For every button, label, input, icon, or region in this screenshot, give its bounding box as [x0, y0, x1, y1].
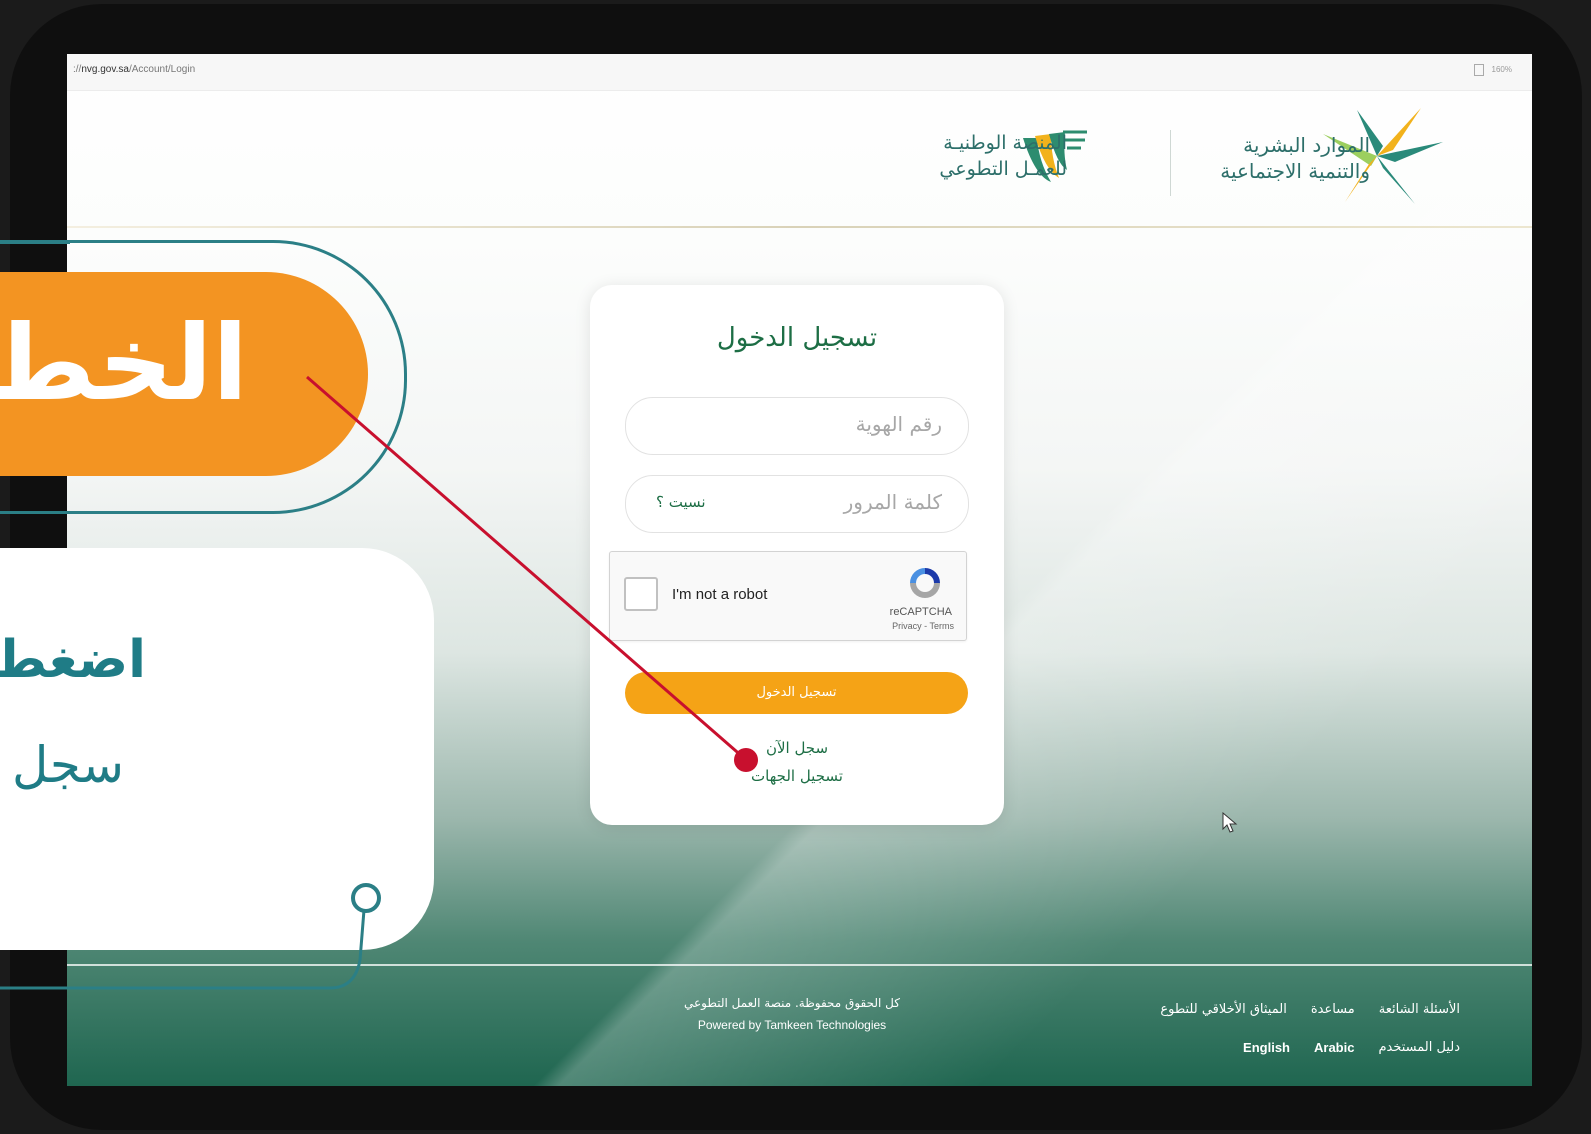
footer-links: الأسئلة الشائعة مساعدة الميثاق الأخلاقي …	[1160, 1002, 1460, 1017]
zoom-indicator: 160%	[1473, 64, 1512, 76]
header-divider	[67, 226, 1532, 228]
footer-divider	[67, 964, 1532, 966]
url-domain: nvg.gov.sa	[81, 64, 129, 75]
password-input[interactable]: كلمة المرور نسيت ؟	[625, 475, 969, 533]
url-path: /Account/Login	[128, 64, 196, 75]
recaptcha-terms-link[interactable]: Privacy - Terms	[892, 621, 954, 631]
recaptcha-widget: I'm not a robot reCAPTCHA Privacy - Term…	[609, 551, 967, 641]
login-button[interactable]: تسجيل الدخول	[625, 672, 968, 714]
language-arabic[interactable]: Arabic	[1314, 1040, 1354, 1055]
id-number-input[interactable]: رقم الهوية	[625, 397, 969, 455]
page-icon	[1473, 64, 1484, 76]
forgot-password-link[interactable]: نسيت ؟	[656, 493, 706, 511]
login-title: تسجيل الدخول	[716, 323, 878, 353]
footer-link-user-guide[interactable]: دليل المستخدم	[1378, 1040, 1460, 1055]
id-number-placeholder: رقم الهوية	[855, 412, 942, 436]
mouse-cursor-icon	[1222, 812, 1238, 833]
nvw-logo-text: المنصة الوطنيـة للعمـل التطوعي	[939, 132, 1067, 180]
browser-screen: ://nvg.gov.sa/Account/Login 160% المنصة …	[67, 54, 1532, 1086]
recaptcha-checkbox[interactable]	[624, 577, 658, 611]
language-english[interactable]: English	[1243, 1040, 1290, 1055]
copyright-text: كل الحقوق محفوظة. منصة العمل التطوعي	[684, 996, 900, 1010]
recaptcha-label: I'm not a robot	[672, 586, 768, 603]
password-placeholder: كلمة المرور	[843, 490, 942, 514]
powered-by-text: Powered by Tamkeen Technologies	[697, 1018, 887, 1032]
footer-links-secondary: دليل المستخدم Arabic English	[1243, 1040, 1460, 1055]
hrsd-logo-text: الموارد البشرية والتنمية الاجتماعية	[1220, 133, 1370, 183]
footer-link-ethics[interactable]: الميثاق الأخلاقي للتطوع	[1160, 1002, 1286, 1017]
url-text[interactable]: ://nvg.gov.sa/Account/Login	[73, 64, 195, 75]
login-card: تسجيل الدخول رقم الهوية كلمة المرور نسيت…	[590, 285, 1004, 825]
footer-link-help[interactable]: مساعدة	[1311, 1002, 1355, 1017]
footer-link-faq[interactable]: الأسئلة الشائعة	[1379, 1002, 1460, 1017]
register-now-link[interactable]: سجل الآن	[590, 739, 1004, 757]
recaptcha-icon	[910, 568, 940, 598]
organizations-register-link[interactable]: تسجيل الجهات	[590, 767, 1004, 785]
tablet-frame: ://nvg.gov.sa/Account/Login 160% المنصة …	[10, 4, 1582, 1130]
recaptcha-brand: reCAPTCHA	[889, 606, 952, 618]
address-bar[interactable]: ://nvg.gov.sa/Account/Login 160%	[67, 54, 1532, 91]
